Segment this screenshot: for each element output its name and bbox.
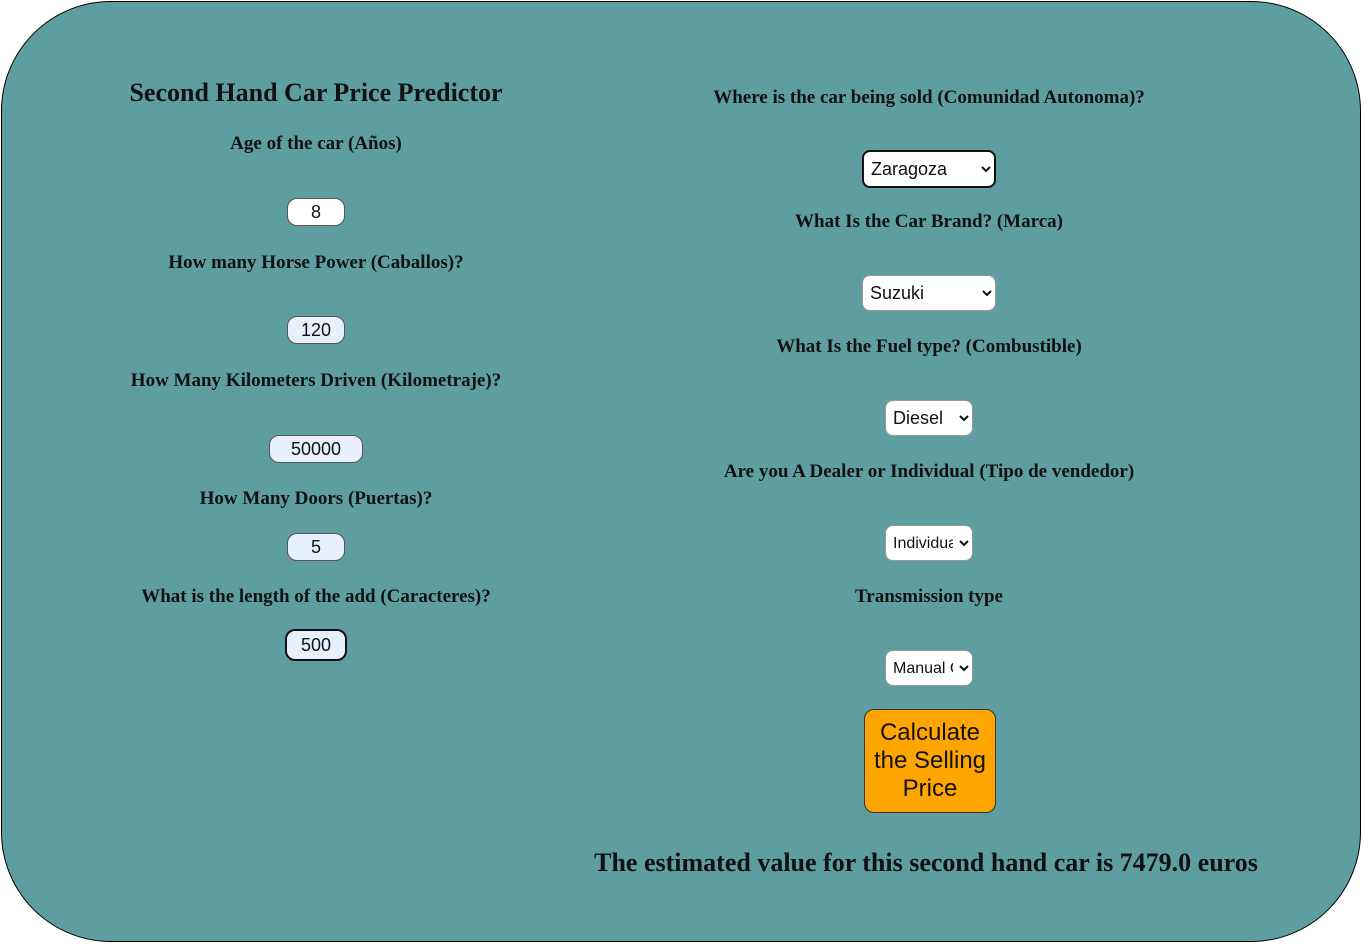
result-text: The estimated value for this second hand… xyxy=(594,848,1258,877)
region-label: Where is the car being sold (Comunidad A… xyxy=(713,87,1145,108)
brand-label: What Is the Car Brand? (Marca) xyxy=(795,211,1063,232)
hp-input[interactable] xyxy=(287,316,345,344)
transmission-select[interactable]: Manual C xyxy=(885,650,973,686)
calculate-button[interactable]: Calculate the Selling Price xyxy=(864,709,996,813)
km-label: How Many Kilometers Driven (Kilometraje)… xyxy=(130,370,502,391)
chars-input[interactable] xyxy=(285,629,347,661)
age-input[interactable] xyxy=(287,198,345,226)
hp-label: How many Horse Power (Caballos)? xyxy=(168,252,464,273)
form-panel xyxy=(1,1,1361,942)
region-select[interactable]: Zaragoza xyxy=(862,150,996,188)
page-title: Second Hand Car Price Predictor xyxy=(129,78,503,107)
fuel-select[interactable]: Diesel xyxy=(885,400,973,436)
seller-label: Are you A Dealer or Individual (Tipo de … xyxy=(723,461,1135,482)
transmission-label: Transmission type xyxy=(855,586,1003,607)
chars-label: What is the length of the add (Caractere… xyxy=(141,586,491,607)
km-input[interactable] xyxy=(269,435,363,463)
brand-select[interactable]: Suzuki xyxy=(862,275,996,311)
seller-select[interactable]: Individual xyxy=(885,525,973,561)
doors-input[interactable] xyxy=(287,533,345,561)
age-label: Age of the car (Años) xyxy=(230,133,402,154)
doors-label: How Many Doors (Puertas)? xyxy=(199,488,433,509)
fuel-label: What Is the Fuel type? (Combustible) xyxy=(776,336,1082,357)
